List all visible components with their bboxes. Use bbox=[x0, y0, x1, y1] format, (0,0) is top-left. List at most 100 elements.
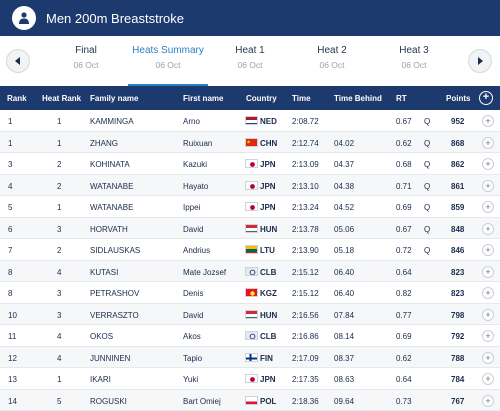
expand-row-button[interactable]: + bbox=[482, 308, 494, 321]
column-header-family-name[interactable]: Family name bbox=[90, 94, 138, 103]
expand-row-button[interactable]: + bbox=[482, 179, 494, 192]
expand-row-button[interactable]: + bbox=[482, 394, 494, 407]
heat-rank-cell: 1 bbox=[57, 203, 62, 212]
time-behind-cell: 05.06 bbox=[334, 224, 355, 234]
family-name-cell: KAMMINGA bbox=[90, 117, 134, 126]
previous-tab-button[interactable] bbox=[6, 49, 30, 73]
expand-row-button[interactable]: + bbox=[482, 373, 494, 385]
expand-row-button[interactable]: + bbox=[482, 244, 494, 256]
heat-rank-cell: 1 bbox=[57, 375, 62, 384]
first-name-cell: Hayato bbox=[183, 181, 209, 191]
time-behind-cell: 06.40 bbox=[334, 289, 355, 298]
country-code-cell: FIN bbox=[260, 353, 273, 363]
expand-row-button[interactable]: + bbox=[482, 136, 494, 149]
table-row[interactable]: 3 2 KOHINATA Kazuki JPN 2:13.09 04.37 0.68 Q 862 + bbox=[0, 153, 500, 175]
expand-row-button[interactable]: + bbox=[482, 330, 494, 342]
country-code-cell: LTU bbox=[260, 246, 275, 255]
heat-rank-cell: 1 bbox=[57, 117, 62, 126]
country-code-cell: HUN bbox=[260, 310, 278, 320]
column-header-heat-rank[interactable]: Heat Rank bbox=[42, 94, 81, 103]
expand-row-button[interactable]: + bbox=[482, 351, 494, 364]
hun-flag-icon bbox=[245, 309, 258, 319]
rank-cell: 11 bbox=[8, 332, 17, 341]
column-header-time-behind[interactable]: Time Behind bbox=[334, 94, 382, 103]
time-cell: 2:17.09 bbox=[292, 353, 319, 363]
rank-cell: 5 bbox=[8, 203, 13, 212]
qualified-marker: Q bbox=[424, 246, 431, 255]
tab-label: Heat 2 bbox=[317, 45, 347, 56]
first-name-cell: David bbox=[183, 224, 204, 234]
column-header-rank[interactable]: Rank bbox=[7, 94, 27, 103]
expand-row-button[interactable]: + bbox=[482, 222, 494, 235]
table-row[interactable]: 1 1 KAMMINGA Arno NED 2:08.72 0.67 Q 952 + bbox=[0, 110, 500, 132]
table-row[interactable]: 4 2 WATANABE Hayato JPN 2:13.10 04.38 0.71 Q 861 + bbox=[0, 174, 500, 196]
tab-heat-1[interactable]: Heat 1 06 Oct bbox=[208, 44, 292, 80]
table-row[interactable]: 14 5 ROGUSKI Bart Omiej POL 2:18.36 09.64 0.73 7… bbox=[0, 389, 500, 411]
ltu-flag-icon bbox=[245, 245, 258, 254]
family-name-cell: WATANABE bbox=[90, 203, 134, 212]
qualified-marker: Q bbox=[424, 181, 431, 191]
table-row[interactable]: 8 3 PETRASHOV Denis KGZ 2:15.12 06.40 0.82 823 + bbox=[0, 282, 500, 304]
family-name-cell: IKARI bbox=[90, 375, 111, 384]
qualified-marker: Q bbox=[424, 203, 431, 212]
first-name-cell: Denis bbox=[183, 289, 204, 298]
expand-row-button[interactable]: + bbox=[482, 158, 494, 170]
first-name-cell: Yuki bbox=[183, 375, 199, 384]
jpn-flag-icon bbox=[245, 159, 258, 168]
tab-heat-3[interactable]: Heat 3 06 Oct bbox=[372, 44, 456, 80]
swimmer-icon bbox=[12, 6, 36, 30]
tab-heat-2[interactable]: Heat 2 06 Oct bbox=[290, 44, 374, 80]
expand-row-button[interactable]: + bbox=[482, 201, 494, 213]
time-behind-cell: 04.02 bbox=[334, 138, 355, 148]
reaction-time-cell: 0.67 bbox=[396, 117, 412, 126]
column-header-points[interactable]: Points bbox=[446, 94, 470, 103]
column-header-first-name[interactable]: First name bbox=[183, 94, 223, 103]
tab-label: Heats Summary bbox=[132, 45, 204, 56]
rank-cell: 10 bbox=[8, 310, 17, 320]
tab-final[interactable]: Final 06 Oct bbox=[44, 44, 128, 80]
time-cell: 2:12.74 bbox=[292, 138, 319, 148]
table-row[interactable]: 6 3 HORVATH David HUN 2:13.78 05.06 0.67 Q 848 + bbox=[0, 217, 500, 239]
time-behind-cell: 07.84 bbox=[334, 310, 355, 320]
chn-flag-icon bbox=[245, 137, 258, 147]
country-code-cell: CLB bbox=[260, 267, 277, 277]
points-cell: 823 bbox=[451, 267, 465, 277]
expand-row-button[interactable]: + bbox=[482, 265, 494, 278]
table-row[interactable]: 11 4 OKOS Akos CLB 2:16.86 08.14 0.69 792 + bbox=[0, 325, 500, 347]
points-cell: 798 bbox=[451, 310, 465, 320]
country-code-cell: CLB bbox=[260, 332, 277, 341]
tab-date: 06 Oct bbox=[237, 60, 263, 70]
expand-row-button[interactable]: + bbox=[482, 115, 494, 127]
column-header-rt[interactable]: RT bbox=[396, 94, 407, 103]
tab-heats-summary[interactable]: Heats Summary 06 Oct bbox=[126, 44, 210, 86]
table-row[interactable]: 5 1 WATANABE Ippei JPN 2:13.24 04.52 0.69 Q 859 + bbox=[0, 196, 500, 218]
reaction-time-cell: 0.62 bbox=[396, 138, 412, 148]
tab-date: 06 Oct bbox=[401, 60, 427, 70]
add-column-button[interactable]: + bbox=[479, 91, 493, 105]
points-cell: 848 bbox=[451, 224, 465, 234]
expand-row-button[interactable]: + bbox=[482, 287, 494, 299]
table-row[interactable]: 13 1 IKARI Yuki JPN 2:17.35 08.63 0.64 784 + bbox=[0, 368, 500, 390]
reaction-time-cell: 0.73 bbox=[396, 396, 412, 406]
family-name-cell: KOHINATA bbox=[90, 160, 130, 169]
table-row[interactable]: 12 4 JUNNINEN Tapio FIN 2:17.09 08.37 0.62 788 + bbox=[0, 346, 500, 368]
table-row[interactable]: 1 1 ZHANG Ruixuan CHN 2:12.74 04.02 0.62 Q 868 + bbox=[0, 131, 500, 153]
time-behind-cell: 04.37 bbox=[334, 160, 355, 169]
column-header-country[interactable]: Country bbox=[246, 94, 277, 103]
family-name-cell: ZHANG bbox=[90, 138, 118, 148]
rank-cell: 7 bbox=[8, 246, 13, 255]
points-cell: 767 bbox=[451, 396, 465, 406]
table-row[interactable]: 7 2 SIDLAUSKAS Andrius LTU 2:13.90 05.18 0.72 Q 8… bbox=[0, 239, 500, 261]
heat-rank-cell: 5 bbox=[57, 396, 62, 406]
rank-cell: 4 bbox=[8, 181, 13, 191]
time-cell: 2:13.10 bbox=[292, 181, 319, 191]
table-row[interactable]: 10 3 VERRASZTO David HUN 2:16.56 07.84 0.77 798 + bbox=[0, 303, 500, 325]
reaction-time-cell: 0.69 bbox=[396, 332, 412, 341]
table-row[interactable]: 8 4 KUTASI Mate Jozsef CLB 2:15.12 06.40 0.64 82… bbox=[0, 260, 500, 282]
time-cell: 2:15.12 bbox=[292, 267, 319, 277]
country-code-cell: JPN bbox=[260, 181, 276, 191]
column-header-time[interactable]: Time bbox=[292, 94, 311, 103]
jpn-flag-icon bbox=[245, 374, 258, 383]
tab-date: 06 Oct bbox=[319, 60, 345, 70]
next-tab-button[interactable] bbox=[468, 49, 492, 73]
